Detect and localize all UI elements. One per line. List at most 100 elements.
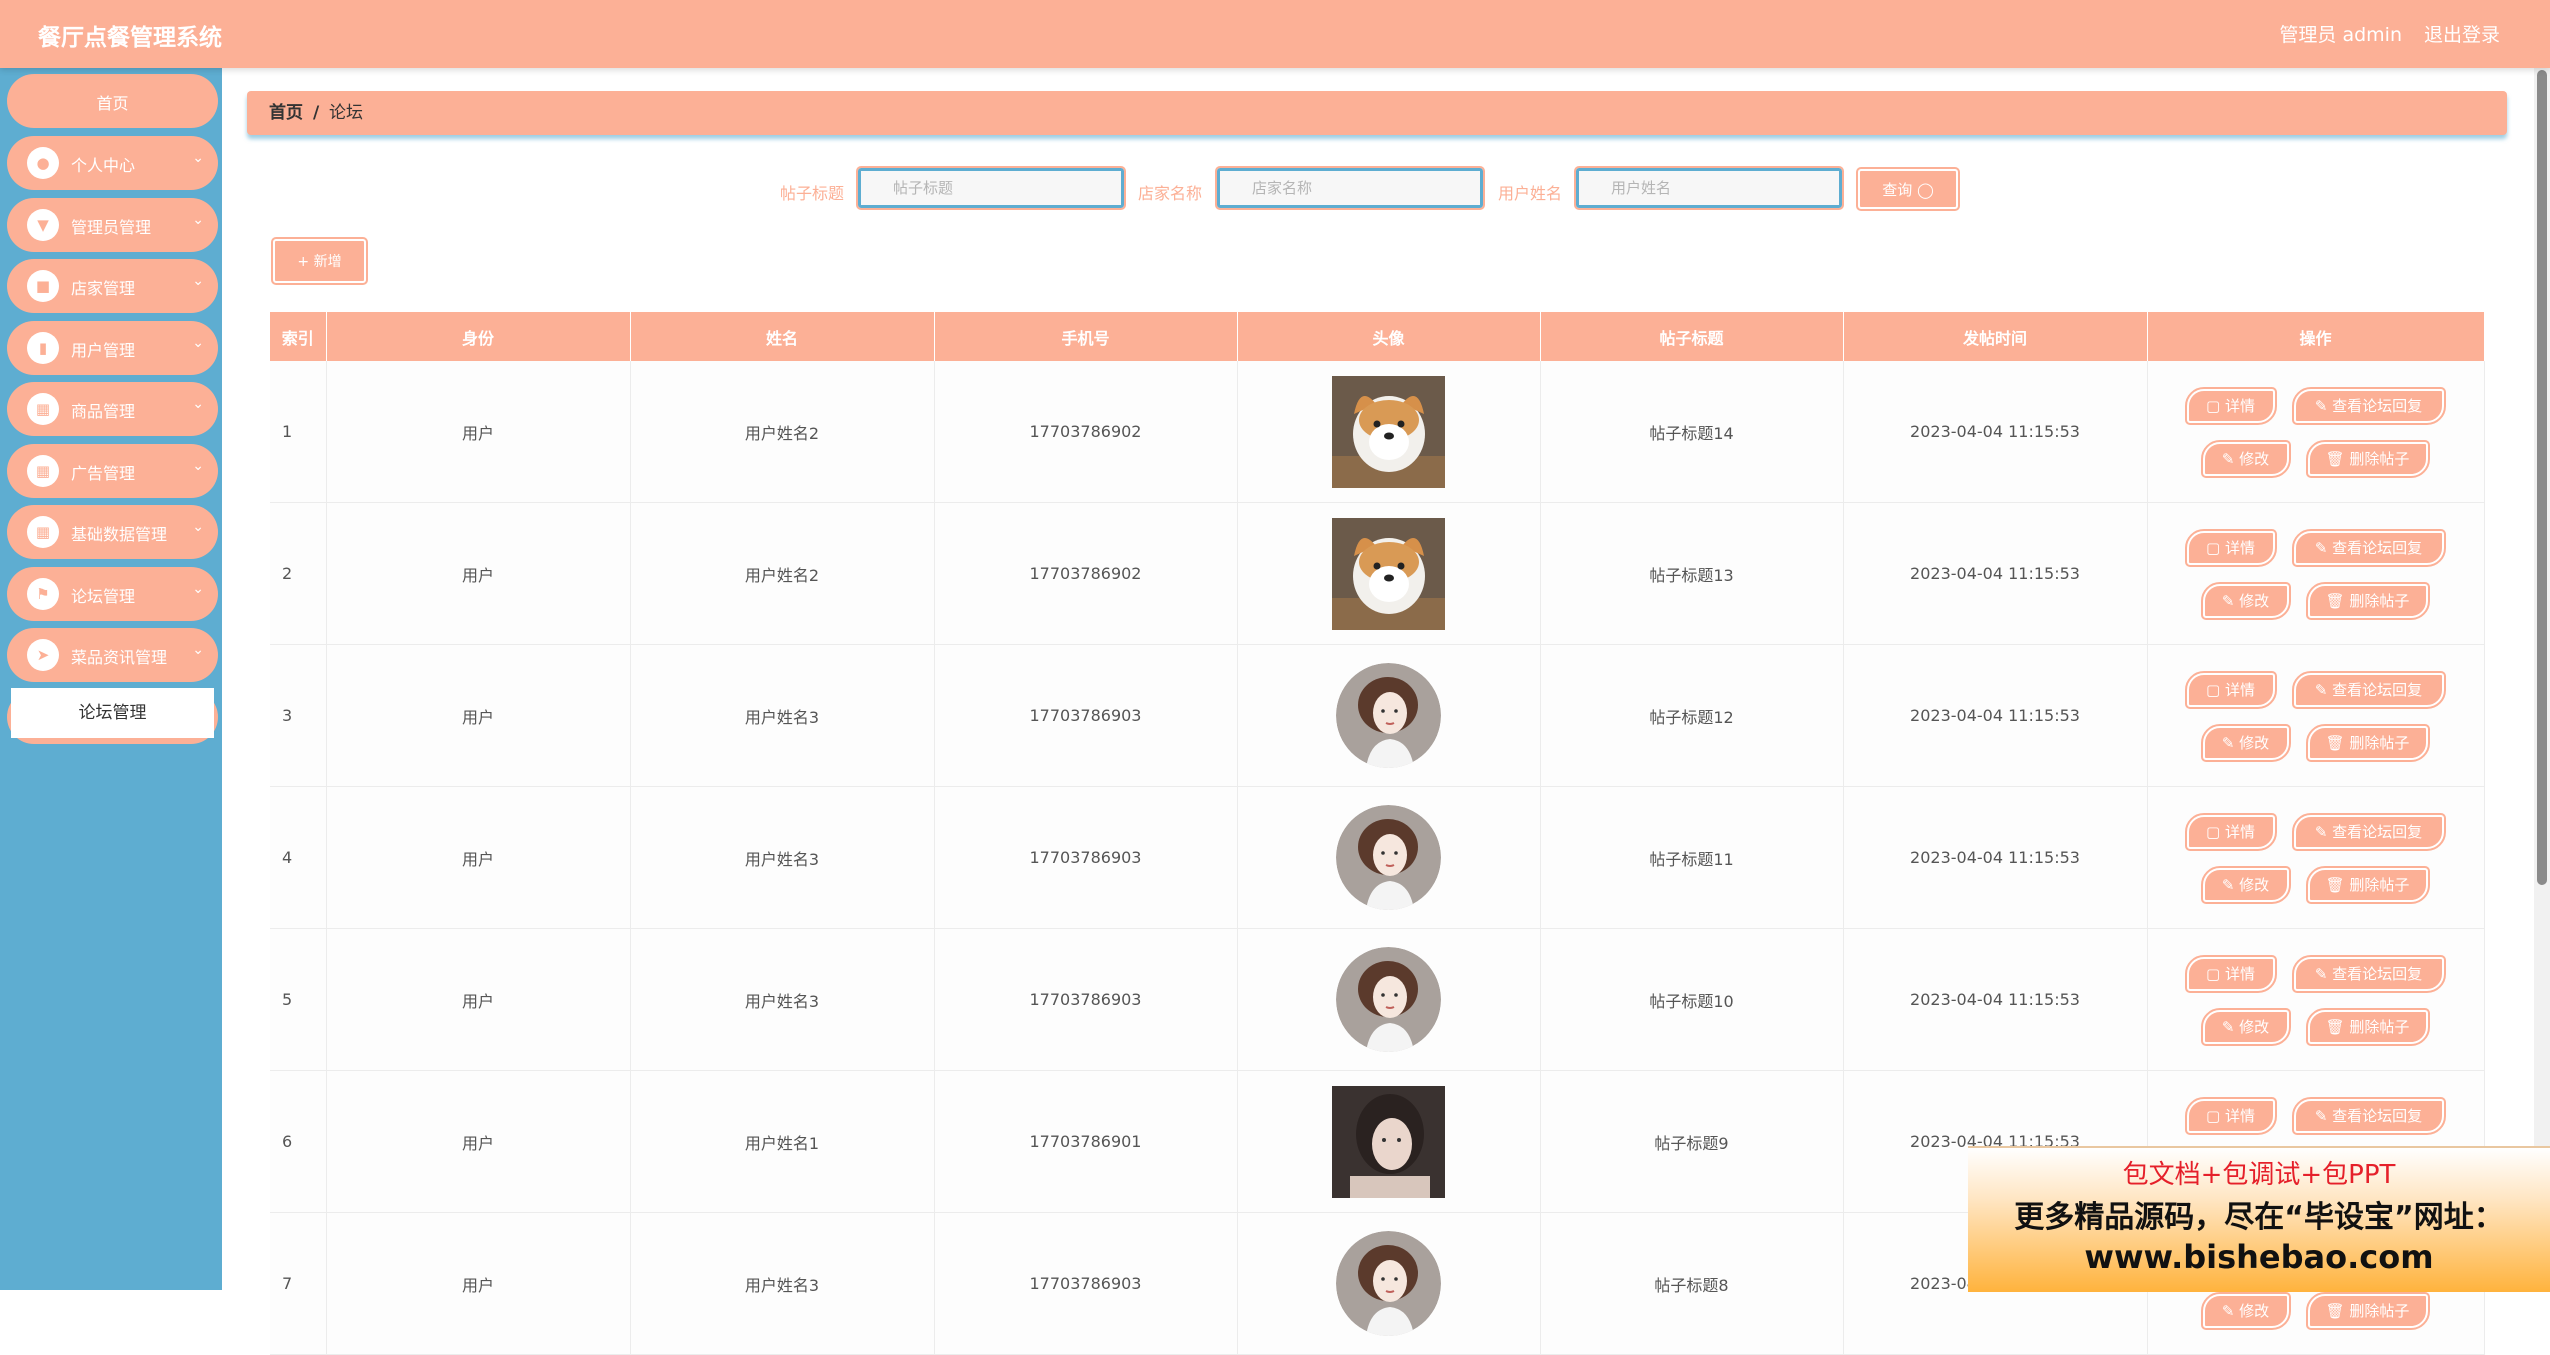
delete-post-button[interactable]: 🗑 删除帖子 <box>2305 724 2430 762</box>
detail-button[interactable]: ▢ 详情 <box>2184 387 2277 425</box>
chevron-down-icon: ⌄ <box>192 457 204 474</box>
detail-button[interactable]: ▢ 详情 <box>2184 671 2277 709</box>
post-title-input[interactable] <box>856 166 1126 210</box>
column-header: 头像 <box>1237 312 1541 361</box>
table-row: 4 用户 用户姓名3 17703786903 帖子标题11 2023-04-04 11:1… <box>270 786 2485 929</box>
delete-post-button[interactable]: 🗑 删除帖子 <box>2305 582 2430 620</box>
sidebar-item-7[interactable]: ▦ 基础数据管理 ⌄ <box>7 505 218 559</box>
cell-post-title: 帖子标题9 <box>1540 1070 1844 1213</box>
view-replies-button[interactable]: ✎ 查看论坛回复 <box>2291 529 2446 567</box>
store-name-input[interactable] <box>1215 166 1485 210</box>
view-replies-button[interactable]: ✎ 查看论坛回复 <box>2291 955 2446 993</box>
breadcrumb-current: 论坛 <box>329 103 363 123</box>
logout-link[interactable]: 退出登录 <box>2424 20 2500 47</box>
sidebar-item-home[interactable]: 首页 <box>7 74 218 128</box>
table-row: 1 用户 用户姓名2 17703786902 帖子标题14 2023-04-04 11:1… <box>270 361 2485 503</box>
sidebar-item-label: 菜品资讯管理 <box>71 648 168 667</box>
avatar-dog-image <box>1332 517 1445 630</box>
user-name-input[interactable] <box>1574 166 1844 210</box>
cell-role: 用户 <box>326 786 631 929</box>
store-icon: ■ <box>27 270 59 302</box>
breadcrumb-home[interactable]: 首页 <box>269 91 303 135</box>
view-replies-button[interactable]: ✎ 查看论坛回复 <box>2291 1097 2446 1135</box>
cell-phone: 17703786903 <box>934 786 1238 929</box>
scrollbar-thumb[interactable] <box>2537 70 2547 885</box>
delete-post-button[interactable]: 🗑 删除帖子 <box>2305 1008 2430 1046</box>
edit-button[interactable]: ✎ 修改 <box>2200 582 2291 620</box>
view-replies-button[interactable]: ✎ 查看论坛回复 <box>2291 813 2446 851</box>
delete-post-button[interactable]: 🗑 删除帖子 <box>2305 440 2430 478</box>
cell-post-title: 帖子标题11 <box>1540 786 1844 929</box>
promo-line-3: www.bishebao.com <box>2084 1238 2434 1276</box>
chevron-down-icon: ⌄ <box>192 580 204 597</box>
sidebar: 首页 ● 个人中心 ⌄ ▼ 管理员管理 ⌄ ■ 店家管理 ⌄ ▮ 用户管理 ⌄ ▦ 商品管理 ⌄ ▦ 广告管理 ⌄… <box>0 68 222 1290</box>
sidebar-item-6[interactable]: ▦ 广告管理 ⌄ <box>7 443 218 498</box>
cell-phone: 17703786903 <box>934 644 1238 787</box>
post-title-label: 帖子标题 <box>780 184 845 203</box>
sidebar-item-9[interactable]: ➤ 菜品资讯管理 ⌄ <box>7 628 218 682</box>
detail-button[interactable]: ▢ 详情 <box>2184 813 2277 851</box>
column-header: 身份 <box>326 312 631 361</box>
delete-post-button[interactable]: 🗑 删除帖子 <box>2305 866 2430 904</box>
sidebar-item-1[interactable]: ● 个人中心 ⌄ <box>7 136 218 190</box>
cell-avatar <box>1237 1070 1541 1213</box>
edit-button[interactable]: ✎ 修改 <box>2200 866 2291 904</box>
sidebar-item-label: 广告管理 <box>71 463 136 483</box>
add-button[interactable]: + 新增 <box>271 237 368 285</box>
sidebar-item-label: 个人中心 <box>71 156 136 175</box>
delete-post-button[interactable]: 🗑 删除帖子 <box>2305 1292 2430 1330</box>
admin-label: 管理员 admin <box>2279 24 2402 46</box>
column-header: 姓名 <box>630 312 935 361</box>
column-header: 操作 <box>2147 312 2485 361</box>
cell-phone: 17703786902 <box>934 361 1238 503</box>
sidebar-subitem-forum-management[interactable]: 论坛管理 <box>11 688 214 738</box>
cell-name: 用户姓名2 <box>630 361 935 503</box>
user-name-label: 用户姓名 <box>1498 184 1563 203</box>
cell-phone: 17703786902 <box>934 502 1238 645</box>
breadcrumb-separator: / <box>313 103 320 123</box>
view-replies-button[interactable]: ✎ 查看论坛回复 <box>2291 387 2446 425</box>
chevron-down-icon: ⌄ <box>192 519 204 535</box>
promo-line-2: 更多精品源码，尽在“毕设宝”网址： <box>2014 1200 2504 1235</box>
sidebar-item-5[interactable]: ▦ 商品管理 ⌄ <box>7 382 218 436</box>
cell-name: 用户姓名3 <box>630 786 935 929</box>
cell-index: 1 <box>270 361 327 503</box>
cell-actions: ▢ 详情 ✎ 查看论坛回复✎ 修改 🗑 删除帖子 <box>2147 361 2485 503</box>
sidebar-item-8[interactable]: ⚑ 论坛管理 ⌄ <box>7 566 218 621</box>
cell-avatar <box>1237 502 1541 645</box>
cell-avatar <box>1237 644 1541 787</box>
view-replies-button[interactable]: ✎ 查看论坛回复 <box>2291 671 2446 709</box>
sidebar-item-3[interactable]: ■ 店家管理 ⌄ <box>7 259 218 313</box>
edit-button[interactable]: ✎ 修改 <box>2200 440 2291 478</box>
cell-actions: ▢ 详情 ✎ 查看论坛回复✎ 修改 🗑 删除帖子 <box>2147 786 2485 929</box>
detail-button[interactable]: ▢ 详情 <box>2184 955 2277 993</box>
flag-icon: ⚑ <box>27 577 59 610</box>
cell-actions: ▢ 详情 ✎ 查看论坛回复✎ 修改 🗑 删除帖子 <box>2147 502 2485 645</box>
cell-post-title: 帖子标题10 <box>1540 928 1844 1071</box>
edit-button[interactable]: ✎ 修改 <box>2200 1008 2291 1046</box>
cell-actions: ▢ 详情 ✎ 查看论坛回复✎ 修改 🗑 删除帖子 <box>2147 928 2485 1071</box>
cell-role: 用户 <box>326 644 631 787</box>
avatar-girl-image <box>1336 663 1441 768</box>
sidebar-item-2[interactable]: ▼ 管理员管理 ⌄ <box>7 197 218 252</box>
chevron-down-icon: ⌄ <box>192 150 204 166</box>
chevron-down-icon: ⌄ <box>192 334 204 351</box>
detail-button[interactable]: ▢ 详情 <box>2184 529 2277 567</box>
admin-icon: ▼ <box>27 208 59 241</box>
cell-post-title: 帖子标题13 <box>1540 502 1844 645</box>
query-button[interactable]: 查询 ◯ <box>1856 167 1960 211</box>
sidebar-item-4[interactable]: ▮ 用户管理 ⌄ <box>7 320 218 375</box>
breadcrumb: 首页 / 论坛 <box>247 91 2507 135</box>
cell-name: 用户姓名1 <box>630 1070 935 1213</box>
edit-button[interactable]: ✎ 修改 <box>2200 1292 2291 1330</box>
sidebar-item-label: 论坛管理 <box>71 586 136 606</box>
cell-index: 6 <box>270 1070 327 1213</box>
column-header: 发帖时间 <box>1843 312 2148 361</box>
edit-button[interactable]: ✎ 修改 <box>2200 724 2291 762</box>
send-icon: ➤ <box>27 639 59 671</box>
detail-button[interactable]: ▢ 详情 <box>2184 1097 2277 1135</box>
cell-post-time: 2023-04-04 11:15:53 <box>1843 502 2148 645</box>
avatar-dog-image <box>1332 375 1445 488</box>
grid-icon: ▦ <box>27 393 59 425</box>
table-row: 5 用户 用户姓名3 17703786903 帖子标题10 2023-04-04 11:1… <box>270 928 2485 1071</box>
